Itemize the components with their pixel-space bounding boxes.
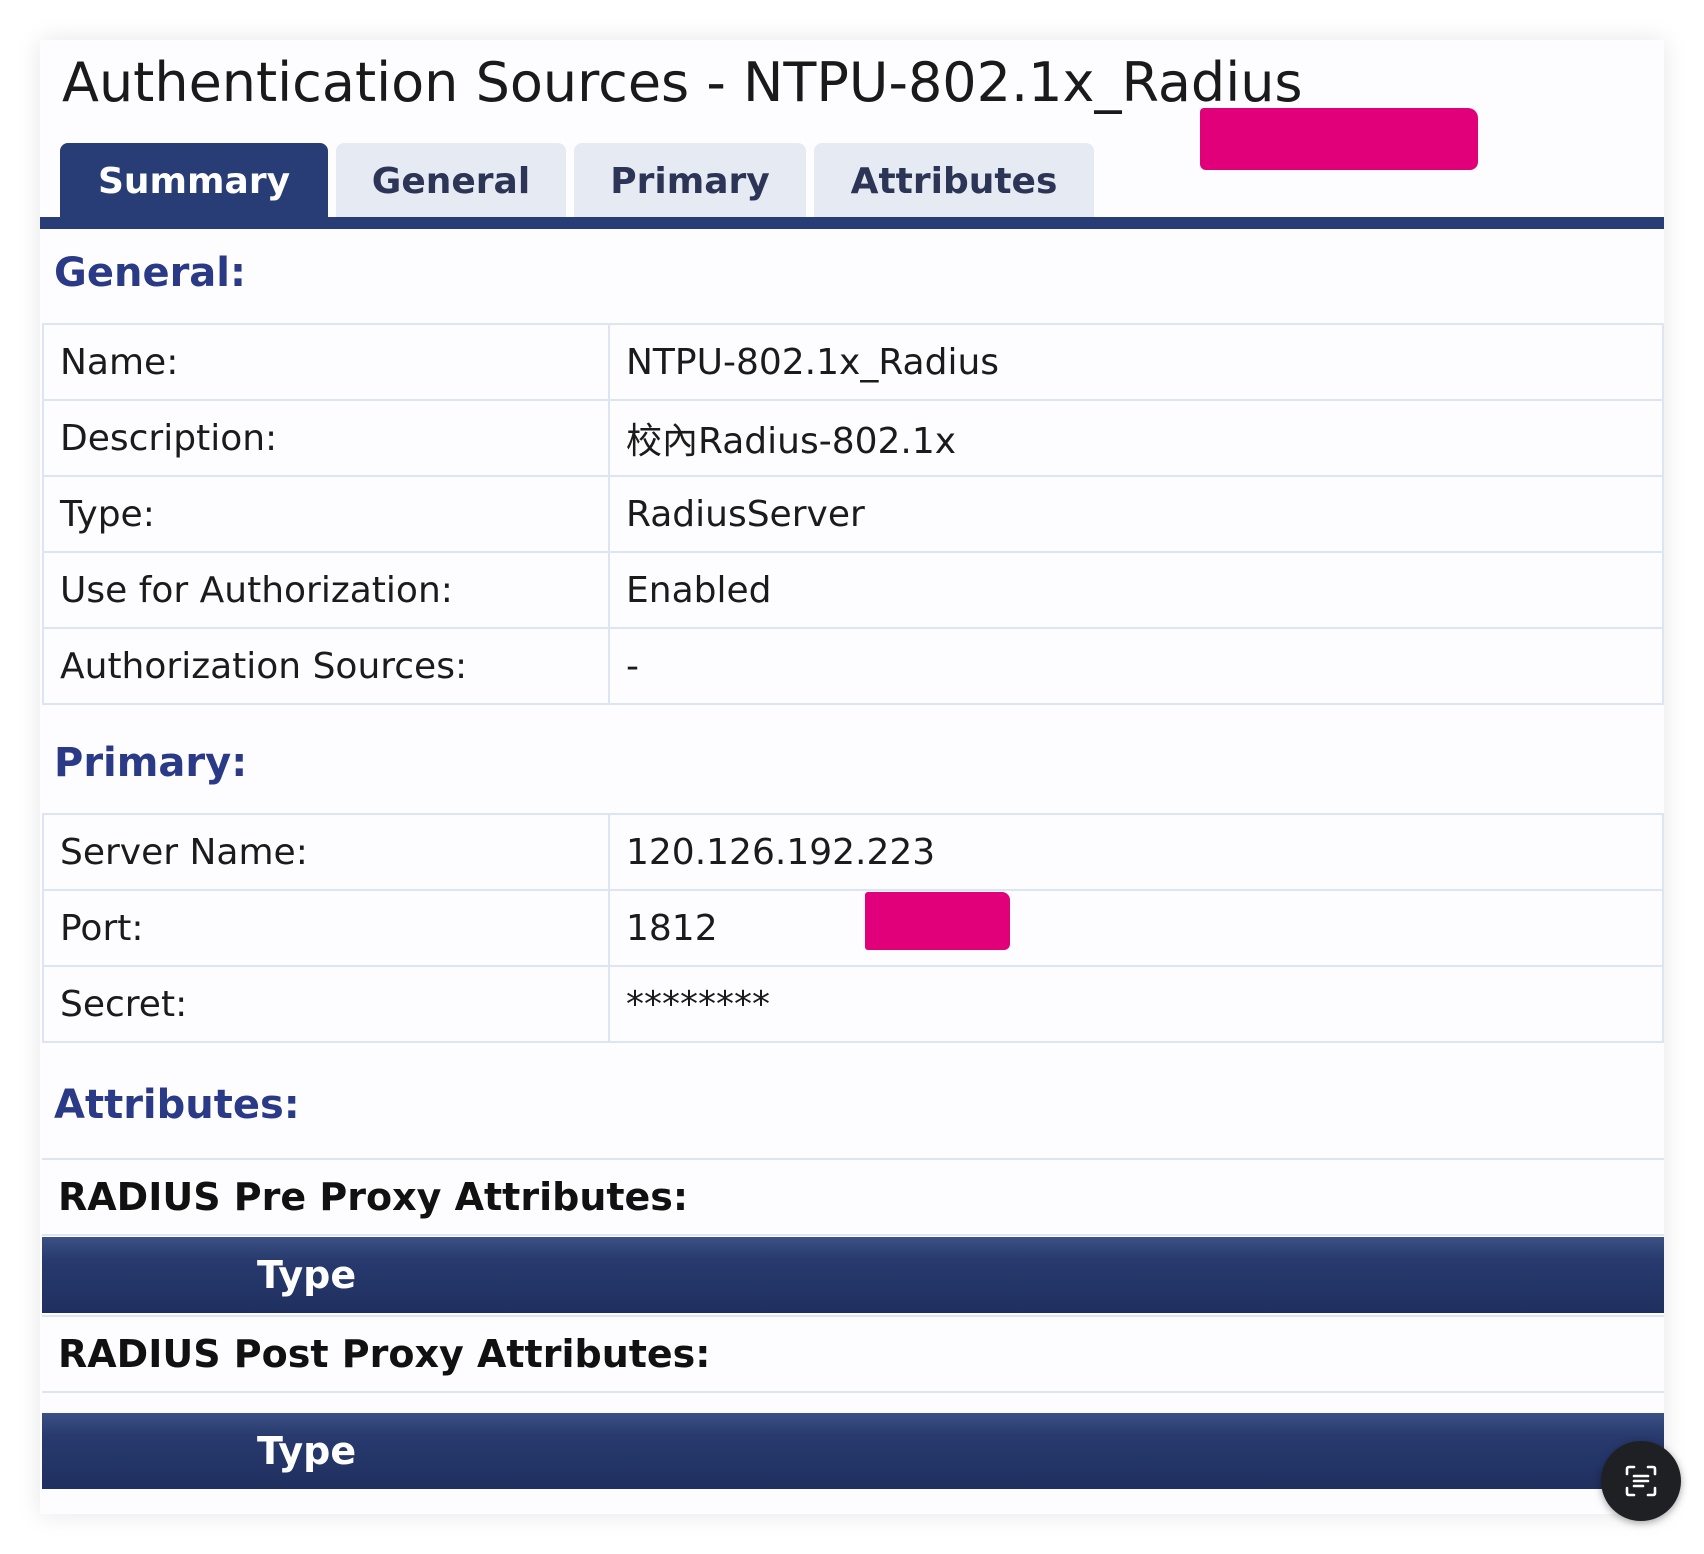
field-label: Server Name: (42, 813, 610, 891)
redaction-mark (865, 892, 1010, 950)
pre-proxy-attributes-heading: RADIUS Pre Proxy Attributes: (42, 1158, 1664, 1236)
table-row: Type: RadiusServer (42, 475, 1664, 553)
tab-attributes[interactable]: Attributes (814, 143, 1094, 219)
tab-underline (40, 217, 1664, 229)
field-value: 1812 (608, 889, 1664, 967)
field-label: Port: (42, 889, 610, 967)
tab-primary[interactable]: Primary (574, 143, 806, 219)
column-header-type[interactable]: Type (257, 1253, 356, 1297)
tab-bar: Summary General Primary Attributes (60, 143, 1094, 219)
general-table: Name: NTPU-802.1x_Radius Description: 校內… (42, 323, 1664, 705)
field-value: NTPU-802.1x_Radius (608, 323, 1664, 401)
primary-table: Server Name: 120.126.192.223 Port: 1812 … (42, 813, 1664, 1043)
table-row: Secret: ******** (42, 965, 1664, 1043)
field-label: Secret: (42, 965, 610, 1043)
post-proxy-attributes-heading: RADIUS Post Proxy Attributes: (42, 1315, 1664, 1393)
field-value: RadiusServer (608, 475, 1664, 553)
field-value: 校內Radius-802.1x (608, 399, 1664, 477)
section-title-primary: Primary: (54, 740, 248, 786)
tab-summary[interactable]: Summary (60, 143, 328, 219)
field-label: Type: (42, 475, 610, 553)
table-row: Use for Authorization: Enabled (42, 551, 1664, 629)
field-value: 120.126.192.223 (608, 813, 1664, 891)
table-row: Authorization Sources: - (42, 627, 1664, 705)
redaction-mark (1200, 108, 1478, 170)
section-title-general: General: (54, 250, 246, 296)
column-header-type[interactable]: Type (257, 1429, 356, 1473)
page-title: Authentication Sources - NTPU-802.1x_Rad… (62, 51, 1303, 114)
tab-general[interactable]: General (336, 143, 566, 219)
scan-text-button[interactable] (1601, 1441, 1681, 1521)
field-label: Authorization Sources: (42, 627, 610, 705)
post-proxy-table-header: Type (42, 1413, 1664, 1489)
pre-proxy-table-header: Type (42, 1237, 1664, 1313)
field-label: Name: (42, 323, 610, 401)
scan-text-icon (1625, 1465, 1657, 1497)
table-row: Description: 校內Radius-802.1x (42, 399, 1664, 477)
table-row: Name: NTPU-802.1x_Radius (42, 323, 1664, 401)
auth-source-panel: Authentication Sources - NTPU-802.1x_Rad… (40, 40, 1664, 1514)
table-row: Server Name: 120.126.192.223 (42, 813, 1664, 891)
field-label: Use for Authorization: (42, 551, 610, 629)
field-value: - (608, 627, 1664, 705)
field-label: Description: (42, 399, 610, 477)
table-row: Port: 1812 (42, 889, 1664, 967)
field-value: Enabled (608, 551, 1664, 629)
section-title-attributes: Attributes: (54, 1082, 300, 1128)
field-value: ******** (608, 965, 1664, 1043)
